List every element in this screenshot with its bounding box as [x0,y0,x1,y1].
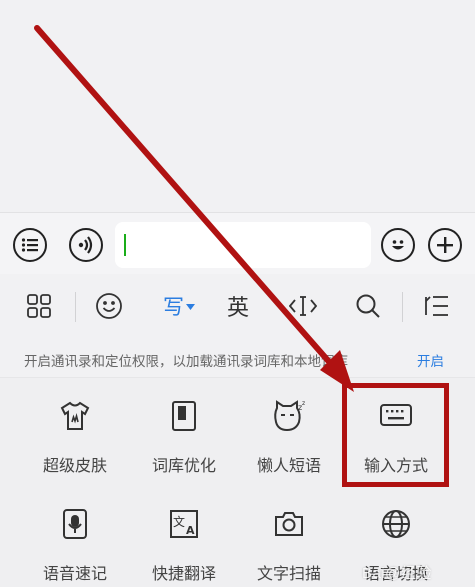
svg-text:文: 文 [173,514,185,529]
voice-icon[interactable] [69,228,103,262]
handwrite-label: 写 [163,295,184,319]
search-icon[interactable] [351,290,385,322]
handwrite-mode-tab[interactable]: 写 [158,290,200,322]
enable-permission-link[interactable]: 开启 [417,350,444,370]
camera-icon [275,512,303,536]
emoji-face-icon[interactable] [92,290,126,322]
permission-banner: 开启通讯录和定位权限，以加载通讯录词库和本地词库 开启 [0,338,475,378]
globe-icon [382,510,410,538]
toolbar-divider [75,292,76,322]
smile-icon[interactable] [381,228,415,262]
plus-icon[interactable] [428,228,462,262]
chat-background [0,0,475,212]
tshirt-icon [60,401,90,430]
permission-text: 开启通讯录和定位权限，以加载通讯录词库和本地词库 [24,354,348,370]
quick-translate-label: 快捷翻译 [151,564,216,583]
chat-input-bar [0,212,475,274]
dropdown-caret-icon [186,304,195,310]
super-skin-label: 超级皮肤 [42,456,107,475]
english-label: 英 [226,296,249,321]
collapse-icon[interactable] [420,290,454,322]
keyboard-toolbar: 写 英 [0,274,475,338]
quick-translate-button[interactable]: 文 A 快捷翻译 [125,486,243,586]
super-skin-button[interactable]: 超级皮肤 [16,378,134,478]
svg-text:A: A [186,524,195,537]
annotation-highlight-box [342,383,449,487]
grid-icon[interactable] [22,290,56,322]
book-icon [172,401,196,431]
voice-note-icon [63,509,87,539]
text-caret [124,234,126,256]
text-scan-label: 文字扫描 [256,564,321,583]
cursor-icon[interactable] [286,290,320,322]
text-scan-button[interactable]: 文字扫描 [230,486,348,586]
lazy-cat-icon: z z [274,400,305,432]
voice-memo-label: 语音速记 [42,564,107,583]
translate-icon: 文 A [170,510,198,538]
lexicon-optimize-button[interactable]: 词库优化 [125,378,243,478]
baidu-watermark: Bai@经验 [362,565,432,582]
lexicon-optimize-label: 词库优化 [151,456,216,475]
list-icon[interactable] [13,228,47,262]
lazy-phrases-button[interactable]: z z 懒人短语 [230,378,348,478]
message-input[interactable] [115,222,371,268]
svg-text:z: z [302,400,305,407]
toolbar-divider [402,292,403,322]
voice-memo-button[interactable]: 语音速记 [16,486,134,586]
lazy-phrases-label: 懒人短语 [256,456,321,475]
english-mode-tab[interactable]: 英 [220,290,256,322]
